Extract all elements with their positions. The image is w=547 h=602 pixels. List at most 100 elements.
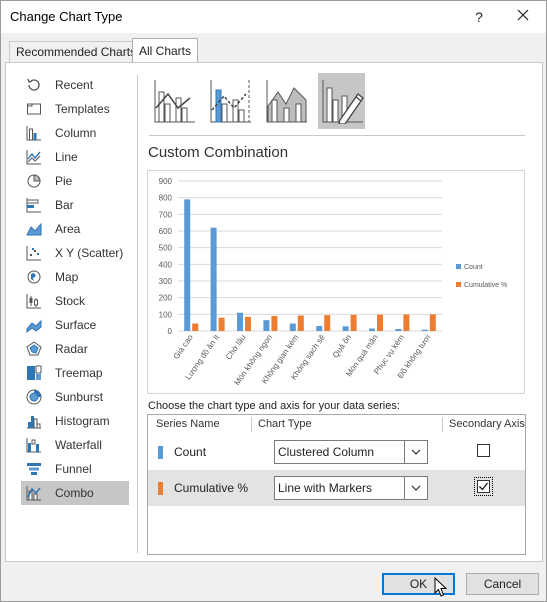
help-button[interactable]: ?: [467, 5, 491, 29]
stacked-area-clustered-column-button[interactable]: [262, 73, 309, 129]
custom-combination-icon: [322, 80, 364, 124]
sidebar-item-label: Histogram: [55, 414, 110, 428]
clustered-column-line-secondary-icon: [210, 80, 251, 123]
sidebar-item-label: Combo: [55, 486, 94, 500]
tab-all-charts[interactable]: All Charts: [132, 38, 199, 64]
secondary-axis-checkbox[interactable]: [474, 477, 493, 496]
sunburst-chart-icon: [25, 388, 43, 406]
secondary-axis-checkbox[interactable]: [477, 444, 490, 457]
bar-count: [210, 227, 217, 331]
sidebar-item-label: Waterfall: [55, 438, 102, 452]
sidebar-item-combo[interactable]: Combo: [21, 481, 129, 505]
combo-subtype-gallery: [150, 73, 365, 131]
y-tick-label: 0: [168, 327, 173, 336]
sidebar-item-x-y-scatter[interactable]: X Y (Scatter): [21, 241, 129, 265]
y-tick-label: 700: [159, 210, 173, 219]
y-tick-label: 900: [159, 177, 173, 186]
chart-preview: 900 800 700 600 500 400 300 200 100 0 Giá cao Lượng…: [147, 170, 525, 394]
series-name-header: Series Name: [156, 418, 220, 430]
sidebar-item-label: Line: [55, 150, 78, 164]
chart-type-value: Line with Markers: [278, 481, 373, 495]
checkmark-icon: [479, 482, 489, 491]
divider: [149, 135, 525, 136]
chart-type-select[interactable]: Clustered Column: [274, 440, 428, 464]
line-chart-icon: [25, 148, 43, 166]
map-chart-icon: [25, 268, 43, 286]
close-button[interactable]: [509, 5, 537, 29]
stock-chart-icon: [25, 292, 43, 310]
bar-cumulative: [218, 317, 225, 331]
bar-count: [342, 326, 349, 331]
change-chart-type-dialog: Change Chart Type ? Recommended Charts A…: [0, 0, 547, 602]
series-name: Cumulative %: [174, 481, 249, 495]
legend-label: Cumulative %: [464, 282, 507, 289]
dropdown-button[interactable]: [404, 477, 427, 499]
sidebar-item-column[interactable]: Column: [21, 121, 129, 145]
sidebar-item-bar[interactable]: Bar: [21, 193, 129, 217]
legend-label: Count: [464, 264, 483, 271]
sidebar-item-pie[interactable]: Pie: [21, 169, 129, 193]
clustered-column-line-secondary-button[interactable]: [206, 73, 253, 129]
bar-cumulative: [429, 314, 436, 331]
scatter-chart-icon: [25, 244, 43, 262]
column-divider: [442, 417, 443, 432]
bar-cumulative: [350, 314, 357, 331]
secondary-axis-header: Secondary Axis: [449, 418, 525, 430]
series-table: Series Name Chart Type Secondary Axis Co…: [147, 414, 526, 555]
y-tick-label: 200: [159, 294, 173, 303]
x-tick-label: Quá ồn: [331, 333, 353, 360]
cancel-button[interactable]: Cancel: [466, 573, 539, 595]
sidebar-item-label: Funnel: [55, 462, 92, 476]
sidebar-item-sunburst[interactable]: Sunburst: [21, 385, 129, 409]
sidebar-item-label: Templates: [55, 102, 110, 116]
close-icon: [517, 9, 529, 21]
sidebar-item-templates[interactable]: Templates: [21, 97, 129, 121]
x-tick-label: Chờ lâu: [224, 333, 248, 361]
chart-type-select[interactable]: Line with Markers: [274, 476, 428, 500]
y-tick-label: 800: [159, 194, 173, 203]
y-tick-label: 400: [159, 260, 173, 269]
sidebar-item-radar[interactable]: Radar: [21, 337, 129, 361]
custom-combination-button[interactable]: [318, 73, 365, 129]
series-color-swatch: [158, 482, 163, 495]
tab-strip: Recommended Charts All Charts: [1, 33, 546, 64]
chevron-down-icon: [411, 449, 421, 455]
sidebar-item-funnel[interactable]: Funnel: [21, 457, 129, 481]
clustered-column-line-button[interactable]: [150, 73, 197, 129]
sidebar-item-line[interactable]: Line: [21, 145, 129, 169]
sidebar-item-waterfall[interactable]: Waterfall: [21, 433, 129, 457]
y-tick-label: 300: [159, 277, 173, 286]
sidebar-item-area[interactable]: Area: [21, 217, 129, 241]
sidebar-item-label: X Y (Scatter): [55, 246, 124, 260]
bar-count: [263, 320, 270, 331]
combo-chart-icon: [25, 484, 43, 502]
dropdown-button[interactable]: [404, 441, 427, 463]
bar-count: [289, 323, 296, 331]
templates-icon: [25, 100, 43, 118]
treemap-chart-icon: [25, 364, 43, 382]
sidebar-item-surface[interactable]: Surface: [21, 313, 129, 337]
sidebar-item-label: Treemap: [55, 366, 103, 380]
sidebar-item-histogram[interactable]: Histogram: [21, 409, 129, 433]
combo-chart-preview: 9008007006005004003002001000Giá caoLượng…: [159, 177, 508, 387]
sidebar-item-recent[interactable]: Recent: [21, 73, 129, 97]
sidebar-item-treemap[interactable]: Treemap: [21, 361, 129, 385]
bar-count: [237, 312, 243, 331]
chart-type-value: Clustered Column: [278, 445, 375, 459]
bar-cumulative: [403, 314, 410, 331]
dialog-title: Change Chart Type: [10, 9, 123, 24]
bar-count: [184, 199, 191, 331]
sidebar-item-label: Map: [55, 270, 79, 284]
series-name: Count: [174, 445, 207, 459]
sidebar-item-stock[interactable]: Stock: [21, 289, 129, 313]
chart-type-header: Chart Type: [258, 418, 312, 430]
bar-count: [421, 329, 428, 331]
sidebar-item-label: Column: [55, 126, 97, 140]
sidebar-item-map[interactable]: Map: [21, 265, 129, 289]
divider: [137, 75, 138, 553]
recent-icon: [25, 76, 43, 94]
waterfall-chart-icon: [25, 436, 43, 454]
series-row-count: Count Clustered Column: [148, 434, 525, 470]
bar-cumulative: [377, 314, 383, 331]
tab-recommended-charts[interactable]: Recommended Charts: [9, 41, 144, 63]
